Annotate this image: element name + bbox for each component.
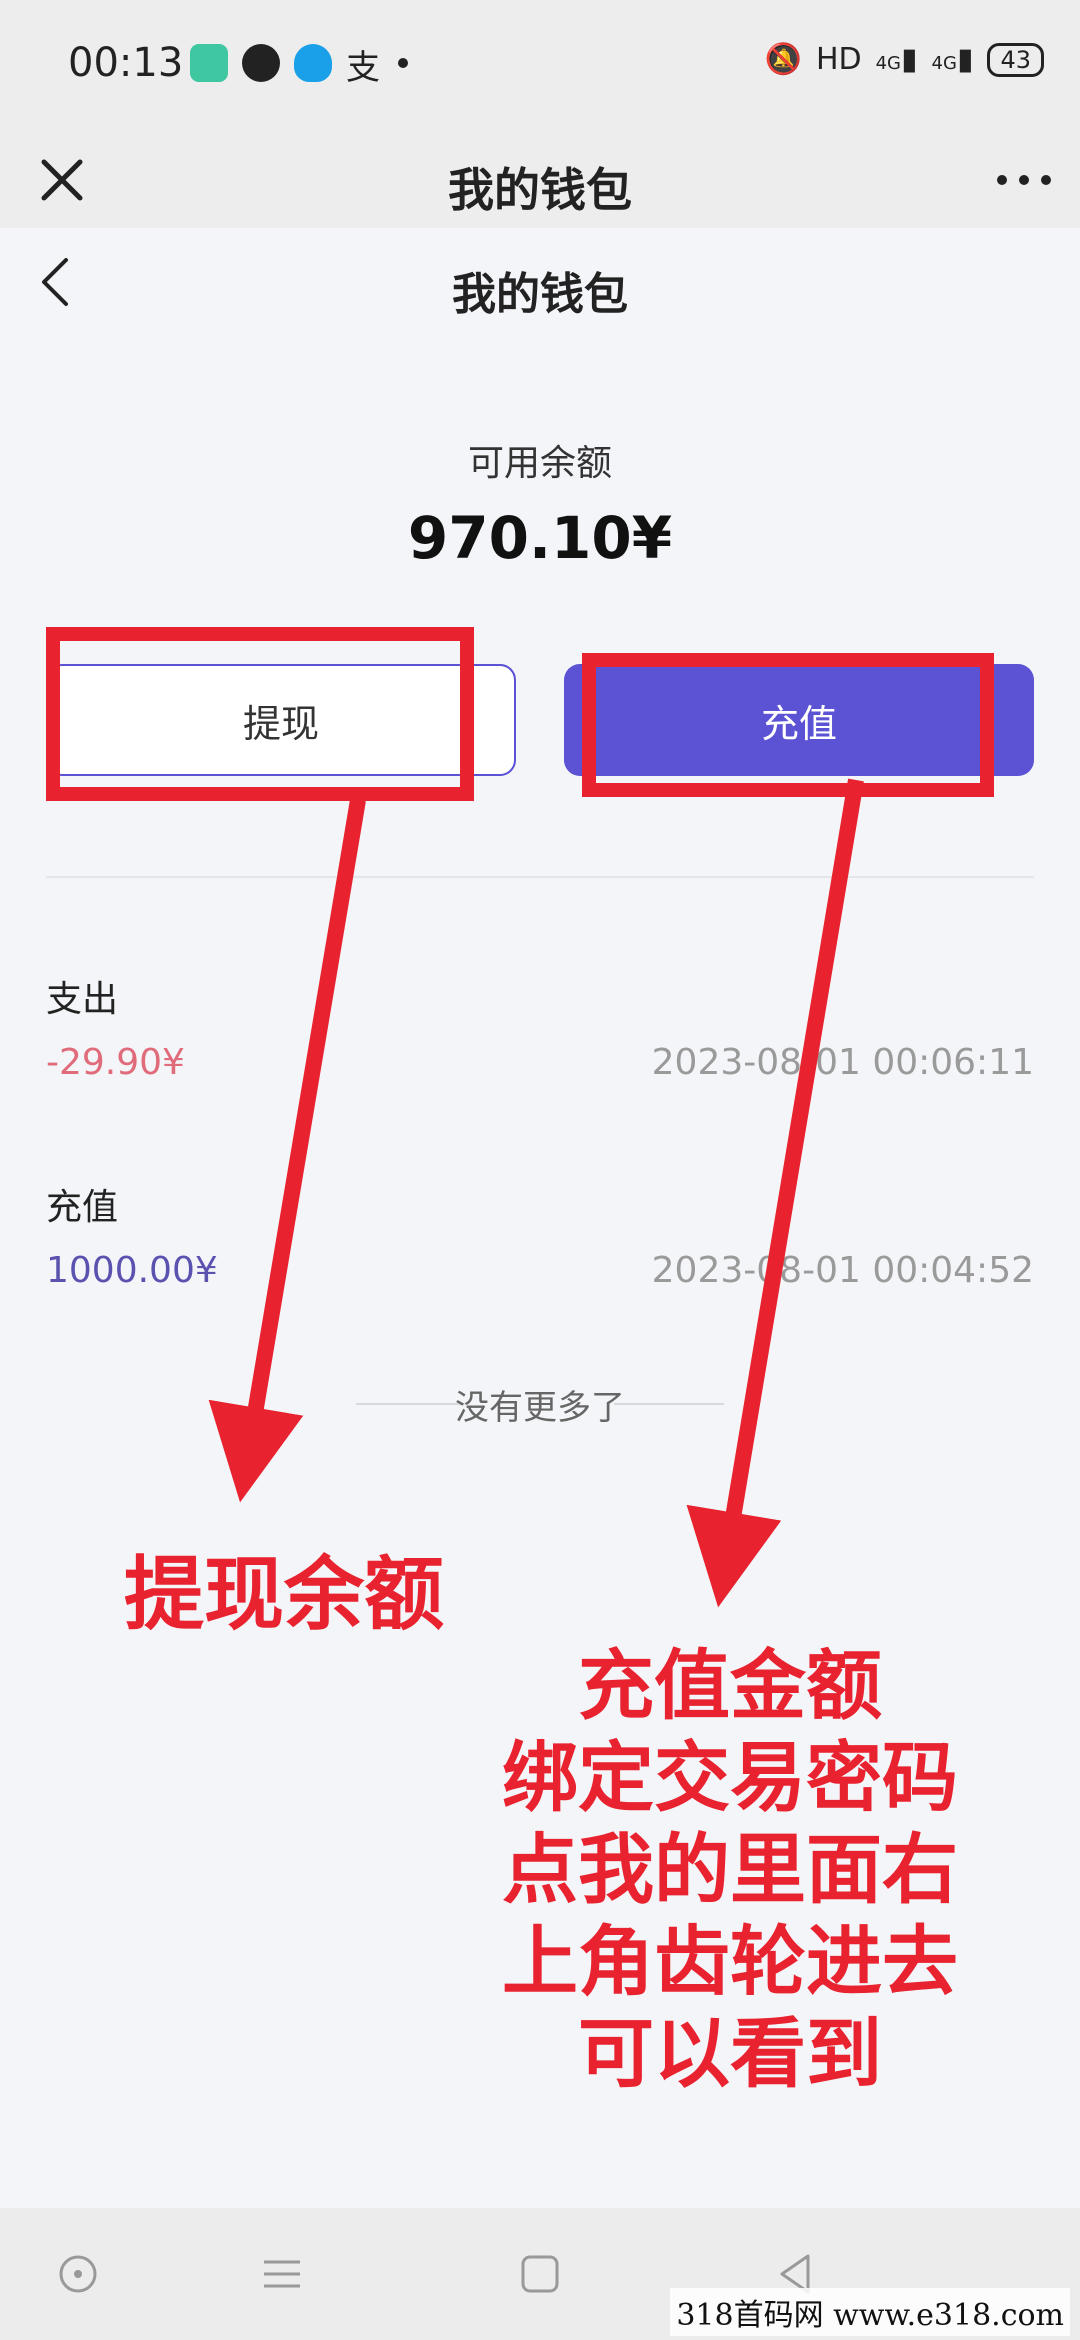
transaction-type: 支出 — [46, 979, 119, 1020]
recharge-annotation-line: 可以看到 — [578, 2009, 882, 2098]
notification-dot-icon — [398, 58, 408, 68]
balance-amount: 970.10¥ — [407, 504, 673, 572]
watermark: 318首码网 www.e318.com — [670, 2288, 1070, 2336]
transaction-row[interactable]: 充值 1000.00¥ 2023-08-01 00:04:52 — [46, 1178, 1034, 1318]
transaction-type: 充值 — [46, 1187, 119, 1228]
title-bar: 我的钱包 — [0, 132, 1080, 228]
system-navbar: 318首码网 www.e318.com — [0, 2208, 1080, 2340]
signal-1-icon: 4G▮ — [875, 42, 918, 77]
qq-icon — [294, 44, 332, 82]
message-app-icon — [190, 44, 228, 82]
battery-icon: 43 — [987, 42, 1044, 77]
recharge-annotation-line: 点我的里面右 — [502, 1825, 958, 1914]
assistant-icon[interactable] — [52, 2248, 104, 2300]
recharge-annotation-line: 绑定交易密码 — [502, 1733, 958, 1822]
status-right: 🔕 HD 4G▮ 4G▮ 43 — [765, 42, 1044, 77]
signal-2-icon: 4G▮ — [931, 42, 974, 77]
hd-label: HD — [815, 42, 862, 77]
transaction-time: 2023-08-01 00:04:52 — [651, 1250, 1034, 1291]
transaction-time: 2023-08-01 00:06:11 — [651, 1042, 1034, 1083]
more-icon[interactable] — [992, 148, 1056, 212]
alipay-icon: 支 — [346, 48, 380, 88]
recharge-annotation-line: 充值金额 — [578, 1641, 882, 1730]
divider — [46, 876, 1034, 878]
mute-icon: 🔕 — [764, 42, 802, 77]
recharge-annotation: 充值金额 绑定交易密码 点我的里面右 上角齿轮进去 可以看到 — [450, 1640, 1010, 2100]
recharge-button[interactable]: 充值 — [564, 664, 1034, 776]
menu-icon[interactable] — [256, 2248, 308, 2300]
balance-label: 可用余额 — [467, 443, 612, 484]
status-time: 00:13 — [68, 40, 184, 86]
transaction-amount: -29.90¥ — [46, 1042, 185, 1083]
divider-right — [614, 1403, 724, 1405]
withdraw-annotation: 提现余额 — [124, 1548, 444, 1641]
page-title: 我的钱包 — [452, 269, 628, 320]
list-end-text: 没有更多了 — [455, 1388, 625, 1428]
wechat-icon — [242, 44, 280, 82]
window-title: 我的钱包 — [448, 163, 632, 217]
recharge-annotation-line: 上角齿轮进去 — [502, 1917, 958, 2006]
transaction-amount: 1000.00¥ — [46, 1250, 218, 1291]
home-icon[interactable] — [514, 2248, 566, 2300]
status-bar: 00:13 支 🔕 HD 4G▮ 4G▮ 43 — [0, 0, 1080, 132]
withdraw-button[interactable]: 提现 — [46, 664, 516, 776]
transaction-row[interactable]: 支出 -29.90¥ 2023-08-01 00:06:11 — [46, 970, 1034, 1110]
